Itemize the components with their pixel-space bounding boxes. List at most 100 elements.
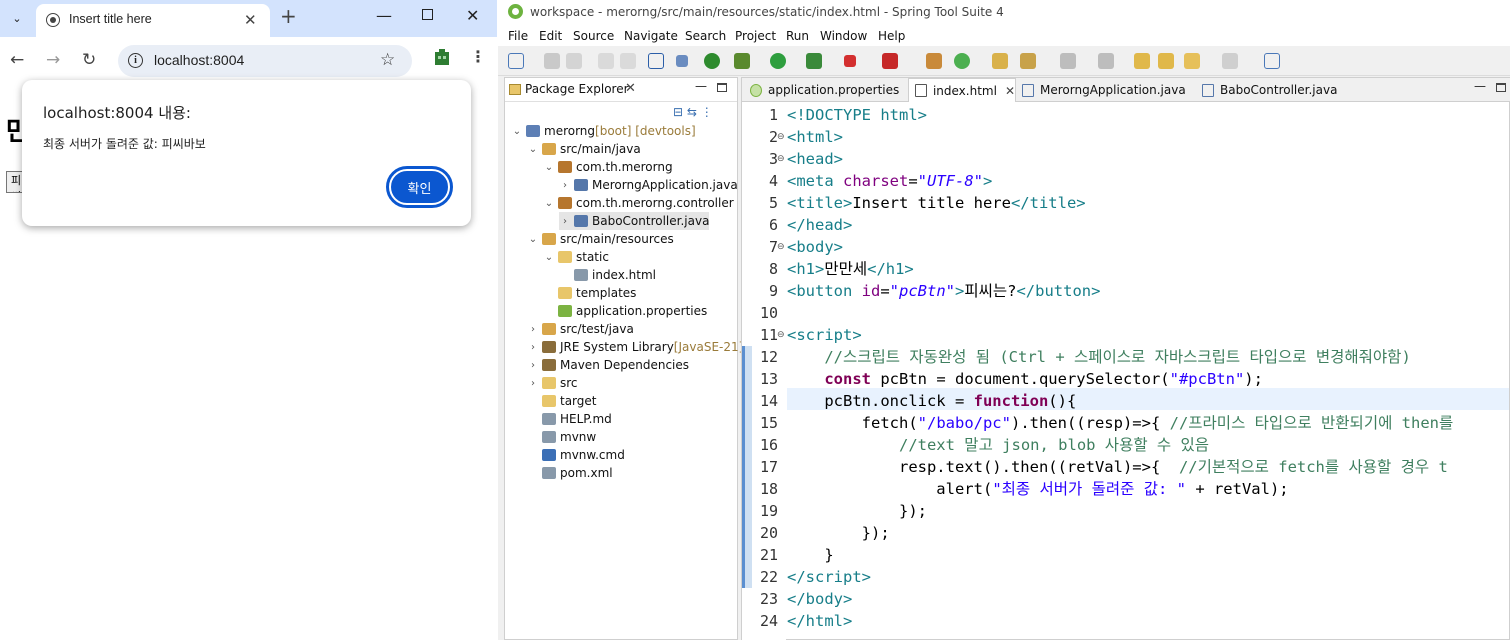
tree-item[interactable]: HELP.md bbox=[527, 410, 612, 428]
menu-navigate[interactable]: Navigate bbox=[624, 29, 678, 43]
stop-icon[interactable] bbox=[844, 55, 856, 67]
tree-item[interactable]: › MerorngApplication.java bbox=[559, 176, 738, 194]
tree-item[interactable]: › src/test/java bbox=[527, 320, 634, 338]
prev-annotation-icon[interactable] bbox=[1098, 53, 1114, 69]
tree-item[interactable]: mvnw bbox=[527, 428, 596, 446]
search-tool-icon[interactable] bbox=[1020, 53, 1036, 69]
tree-item-label: MerorngApplication.java bbox=[592, 178, 738, 192]
debug-icon[interactable] bbox=[734, 53, 750, 69]
tab-application-properties[interactable]: application.properties bbox=[744, 78, 908, 102]
back-button[interactable]: ← bbox=[10, 50, 24, 70]
tree-item[interactable]: › BaboController.java bbox=[559, 212, 710, 230]
redo-icon[interactable] bbox=[620, 53, 636, 69]
collapse-arrow-icon[interactable]: ⌄ bbox=[527, 234, 539, 245]
close-view-icon[interactable]: ✕ bbox=[625, 81, 636, 96]
collapse-arrow-icon[interactable]: ⌄ bbox=[543, 198, 555, 209]
close-window-button[interactable]: ✕ bbox=[466, 7, 479, 25]
maximize-button[interactable] bbox=[422, 9, 433, 20]
terminate-icon[interactable] bbox=[882, 53, 898, 69]
collapse-arrow-icon[interactable]: ⌄ bbox=[543, 252, 555, 263]
minimize-view-icon[interactable]: — bbox=[695, 79, 707, 93]
new-package-icon[interactable] bbox=[926, 53, 942, 69]
alert-ok-button[interactable]: 확인 bbox=[386, 166, 453, 208]
save-all-icon[interactable] bbox=[566, 53, 582, 69]
menu-file[interactable]: File bbox=[508, 29, 528, 43]
new-class-icon[interactable] bbox=[954, 53, 970, 69]
tab-index-html[interactable]: index.html ✕ bbox=[908, 78, 1016, 102]
expand-arrow-icon[interactable]: › bbox=[527, 360, 539, 371]
run-config-icon[interactable] bbox=[806, 53, 822, 69]
tree-item[interactable]: ⌄ com.th.merorng.controller bbox=[543, 194, 734, 212]
link-icon[interactable] bbox=[676, 55, 688, 67]
minimize-editor-icon[interactable]: — bbox=[1474, 79, 1486, 93]
forward-history-icon[interactable] bbox=[1158, 53, 1174, 69]
tree-item[interactable]: ⌄ src/main/resources bbox=[527, 230, 674, 248]
minimize-button[interactable]: — bbox=[376, 7, 392, 25]
menu-window[interactable]: Window bbox=[820, 29, 867, 43]
new-icon[interactable] bbox=[508, 53, 524, 69]
collapse-arrow-icon[interactable]: ⌄ bbox=[543, 162, 555, 173]
run-icon[interactable] bbox=[770, 53, 786, 69]
perspective-icon[interactable] bbox=[1264, 53, 1280, 69]
menu-run[interactable]: Run bbox=[786, 29, 809, 43]
tree-item[interactable]: templates bbox=[543, 284, 636, 302]
terminal-icon[interactable] bbox=[648, 53, 664, 69]
menu-source[interactable]: Source bbox=[573, 29, 614, 43]
maximize-view-icon[interactable] bbox=[717, 83, 727, 92]
fold-toggle-icon[interactable]: ⊖ bbox=[777, 236, 785, 258]
tree-item[interactable]: target bbox=[527, 392, 597, 410]
tree-item[interactable]: ⌄ src/main/java bbox=[527, 140, 641, 158]
forward-button[interactable]: → bbox=[46, 50, 60, 70]
code-area[interactable]: <!DOCTYPE html> <html> <head> <meta charset… bbox=[787, 102, 1509, 640]
tree-item[interactable]: mvnw.cmd bbox=[527, 446, 625, 464]
tab-merorng-application[interactable]: MerorngApplication.java bbox=[1016, 78, 1196, 102]
menu-search[interactable]: Search bbox=[685, 29, 726, 43]
close-tab-icon[interactable]: ✕ bbox=[244, 11, 257, 29]
address-bar[interactable]: i localhost:8004 ☆ bbox=[118, 45, 412, 77]
tree-item[interactable]: application.properties bbox=[543, 302, 707, 320]
expand-arrow-icon[interactable]: › bbox=[527, 378, 539, 389]
more-menu-icon[interactable]: ⋮ bbox=[470, 49, 486, 65]
browser-tab[interactable]: Insert title here ✕ bbox=[36, 4, 270, 37]
tree-item[interactable]: pom.xml bbox=[527, 464, 613, 482]
undo-icon[interactable] bbox=[598, 53, 614, 69]
new-tab-button[interactable]: + bbox=[280, 6, 297, 26]
menu-project[interactable]: Project bbox=[735, 29, 776, 43]
expand-arrow-icon[interactable]: › bbox=[559, 180, 571, 191]
collapse-arrow-icon[interactable]: ⌄ bbox=[527, 144, 539, 155]
extension-icon[interactable] bbox=[432, 48, 452, 68]
tree-item[interactable]: ⌄ static bbox=[543, 248, 609, 266]
view-toolbar-icons[interactable]: ⊟ ⇆ ⋮ bbox=[673, 105, 713, 119]
save-icon[interactable] bbox=[544, 53, 560, 69]
collapse-arrow-icon[interactable]: ⌄ bbox=[511, 126, 523, 137]
tree-item[interactable]: ⌄ com.th.merorng bbox=[543, 158, 673, 176]
site-info-icon[interactable]: i bbox=[128, 53, 143, 68]
last-edit-icon[interactable] bbox=[1134, 53, 1150, 69]
maximize-editor-icon[interactable] bbox=[1496, 83, 1506, 92]
expand-arrow-icon[interactable]: › bbox=[559, 216, 571, 227]
package-explorer-title[interactable]: Package Explorer bbox=[525, 82, 629, 96]
fold-toggle-icon[interactable]: ⊖ bbox=[777, 148, 785, 170]
tree-item[interactable]: › JRE System Library [JavaSE-21] bbox=[527, 338, 743, 356]
back-nav-icon[interactable] bbox=[1184, 53, 1200, 69]
tab-search-button[interactable]: ⌄ bbox=[5, 6, 29, 30]
open-type-icon[interactable] bbox=[992, 53, 1008, 69]
tree-item[interactable]: ⌄ merorng [boot] [devtools] bbox=[511, 122, 696, 140]
tab-babo-controller[interactable]: BaboController.java bbox=[1196, 78, 1356, 102]
tree-item[interactable]: index.html bbox=[559, 266, 656, 284]
bookmark-star-icon[interactable]: ☆ bbox=[380, 50, 395, 70]
boot-dashboard-icon[interactable] bbox=[704, 53, 720, 69]
menu-help[interactable]: Help bbox=[878, 29, 905, 43]
fold-toggle-icon[interactable]: ⊖ bbox=[777, 324, 785, 346]
expand-arrow-icon[interactable]: › bbox=[527, 324, 539, 335]
address-url[interactable]: localhost:8004 bbox=[154, 52, 244, 68]
forward-nav-icon[interactable] bbox=[1222, 53, 1238, 69]
tree-item[interactable]: › Maven Dependencies bbox=[527, 356, 689, 374]
next-annotation-icon[interactable] bbox=[1060, 53, 1076, 69]
fold-toggle-icon[interactable]: ⊖ bbox=[777, 126, 785, 148]
tree-item[interactable]: › src bbox=[527, 374, 578, 392]
expand-arrow-icon[interactable]: › bbox=[527, 342, 539, 353]
menu-edit[interactable]: Edit bbox=[539, 29, 562, 43]
reload-button[interactable]: ↻ bbox=[82, 50, 96, 70]
close-tab-icon[interactable]: ✕ bbox=[1005, 84, 1015, 98]
